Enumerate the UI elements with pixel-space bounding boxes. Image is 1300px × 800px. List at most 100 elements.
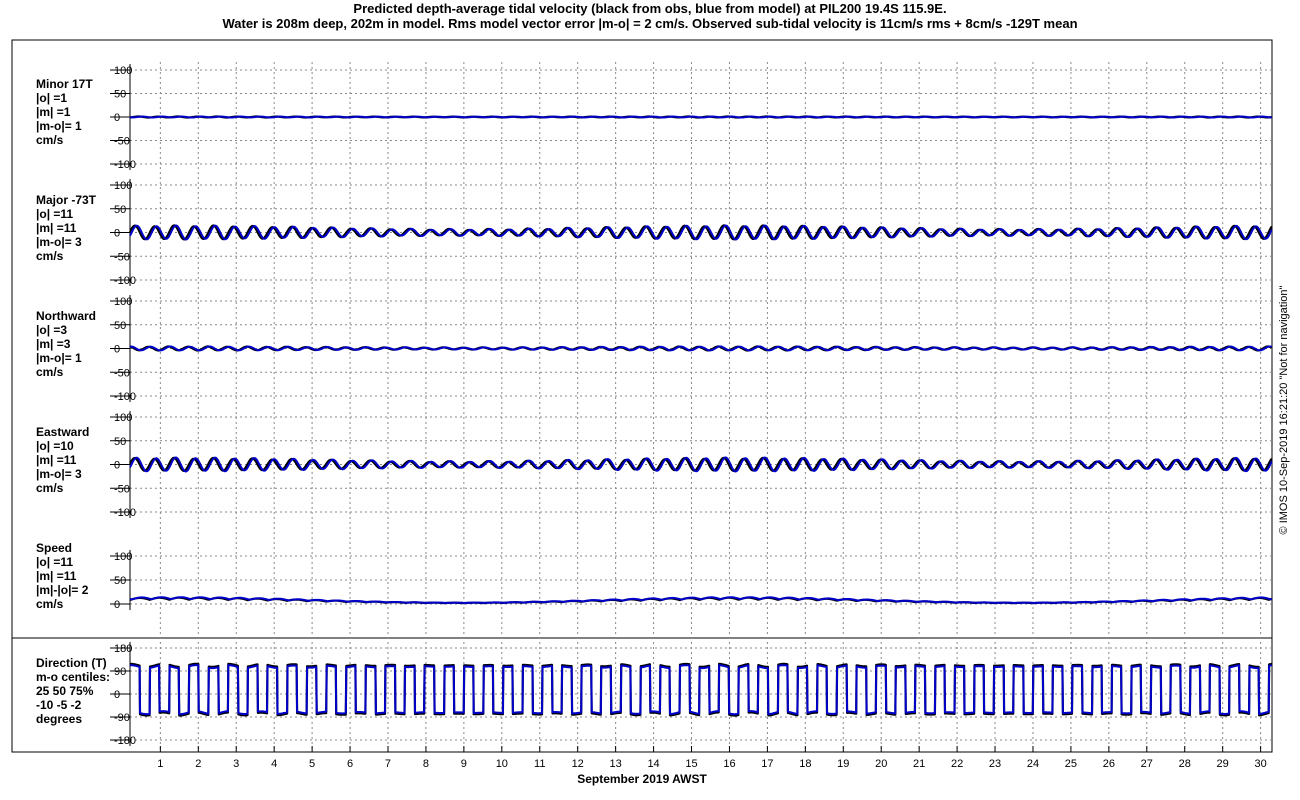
axes-layer: 100 50 0 -50 -100 100 50 0 -50 -100 100 50 0 -50 -100 1… [110, 64, 136, 747]
speed-label-line-1: Speed [36, 541, 72, 555]
east-y-tick-label-50: 50 [114, 436, 126, 448]
speed-label-line-5: cm/s [36, 597, 64, 611]
tidal-velocity-figure: 100500-50-100100500-50-100100500-50-1001… [11, 39, 1290, 786]
x-tick-label-day-12: 12 [572, 758, 584, 770]
major-label-line-4: |m-o|= 3 [36, 235, 82, 249]
minor-label-line-1: Minor 17T [36, 77, 93, 91]
grid-layer [130, 62, 1272, 752]
x-tick-label-day-13: 13 [610, 758, 622, 770]
speed-label-line-4: |m|-|o|= 2 [36, 583, 89, 597]
major-label-line-3: |m| =11 [36, 221, 77, 235]
minor-label-line-3: |m| =1 [36, 105, 71, 119]
x-tick-label-day-25: 25 [1065, 758, 1077, 770]
x-tick-label-day-19: 19 [837, 758, 849, 770]
direction-y-tick-label-0: 0 [114, 689, 120, 701]
north-y-tick-label--50: -50 [114, 367, 130, 379]
north-label-line-5: cm/s [36, 365, 64, 379]
x-tick-label-day-9: 9 [461, 758, 467, 770]
x-axis-label: September 2019 AWST [577, 772, 707, 786]
speed-y-tick-label-100: 100 [114, 551, 132, 563]
east-label-line-5: cm/s [36, 481, 64, 495]
x-tick-label-day-10: 10 [496, 758, 508, 770]
speed-model-series [129, 596, 1273, 604]
major-label-line-1: Major -73T [36, 193, 97, 207]
direction-y-tick-label-90: 90 [114, 666, 126, 678]
east-y-tick-label-0: 0 [114, 460, 120, 472]
major-y-tick-label-50: 50 [114, 204, 126, 216]
direction-label-line-1: Direction (T) [36, 656, 107, 670]
north-y-tick-label--100: -100 [114, 391, 136, 403]
major-y-tick-label--50: -50 [114, 251, 130, 263]
copyright-footer: © IMOS 10-Sep-2019 16:21:20 "Not for nav… [1278, 285, 1290, 534]
north-y-tick-label-50: 50 [114, 320, 126, 332]
north-label-line-3: |m| =3 [36, 337, 71, 351]
minor-label-line-5: cm/s [36, 133, 64, 147]
x-tick-label-day-4: 4 [271, 758, 277, 770]
direction-label-line-2: m-o centiles: [36, 670, 110, 684]
x-tick-label-day-17: 17 [761, 758, 773, 770]
direction-observed-series [129, 662, 1273, 717]
major-y-tick-label-100: 100 [114, 180, 132, 192]
panel-labels-layer: Minor 17T|o| =1|m| =1|m-o|= 1cm/sMajor -… [36, 77, 110, 726]
minor-label-line-4: |m-o|= 1 [36, 119, 82, 133]
x-tick-label-day-11: 11 [534, 758, 545, 770]
x-tick-label-day-5: 5 [309, 758, 315, 770]
x-tick-label-day-14: 14 [647, 758, 659, 770]
north-y-tick-label-100: 100 [114, 296, 132, 308]
speed-y-tick-label-50: 50 [114, 575, 126, 587]
x-tick-label-day-29: 29 [1217, 758, 1229, 770]
x-tick-label-day-23: 23 [989, 758, 1001, 770]
x-tick-label-day-7: 7 [385, 758, 391, 770]
x-tick-label-day-3: 3 [233, 758, 239, 770]
north-label-line-4: |m-o|= 1 [36, 351, 82, 365]
direction-y-tick-label--90: -90 [114, 712, 130, 724]
x-tick-label-day-27: 27 [1141, 758, 1153, 770]
direction-label-line-5: degrees [36, 712, 82, 726]
x-tick-label-day-2: 2 [195, 758, 201, 770]
east-y-tick-label--50: -50 [114, 483, 130, 495]
minor-y-tick-label-50: 50 [114, 89, 126, 101]
east-label-line-3: |m| =11 [36, 453, 77, 467]
x-tick-label-day-30: 30 [1254, 758, 1266, 770]
minor-y-tick-label--100: -100 [114, 159, 136, 171]
x-tick-label-day-6: 6 [347, 758, 353, 770]
east-y-tick-label--100: -100 [114, 507, 136, 519]
minor-label-line-2: |o| =1 [36, 91, 67, 105]
direction-model-series [129, 664, 1273, 716]
x-tick-label-day-16: 16 [723, 758, 735, 770]
minor-y-tick-label-0: 0 [114, 112, 120, 124]
major-label-line-5: cm/s [36, 249, 64, 263]
x-tick-label-day-8: 8 [423, 758, 429, 770]
x-tick-label-day-28: 28 [1179, 758, 1191, 770]
major-label-line-2: |o| =11 [36, 207, 73, 221]
minor-model-series [129, 115, 1273, 119]
direction-y-tick-label--180: -180 [114, 735, 136, 747]
x-tick-label-day-21: 21 [913, 758, 925, 770]
x-tick-label-day-18: 18 [799, 758, 811, 770]
speed-label-line-2: |o| =11 [36, 555, 73, 569]
x-tick-label-day-22: 22 [951, 758, 963, 770]
east-label-line-1: Eastward [36, 425, 89, 439]
x-axis-layer: 1 2 3 4 5 6 7 8 9 10 11 12 13 14 15 16 17 18 19 20 21 22 23 24 2… [157, 746, 1267, 770]
east-y-tick-label-100: 100 [114, 412, 132, 424]
direction-label-line-4: -10 -5 -2 [36, 698, 82, 712]
speed-label-line-3: |m| =11 [36, 569, 77, 583]
minor-y-tick-label--50: -50 [114, 136, 130, 148]
direction-label-line-3: 25 50 75% [36, 684, 94, 698]
major-y-tick-label--100: -100 [114, 275, 136, 287]
major-y-tick-label-0: 0 [114, 228, 120, 240]
direction-y-tick-label-180: 180 [114, 643, 132, 655]
north-label-line-1: Northward [36, 309, 96, 323]
north-y-tick-label-0: 0 [114, 344, 120, 356]
speed-y-tick-label-0: 0 [114, 599, 120, 611]
x-tick-label-day-24: 24 [1027, 758, 1039, 770]
east-label-line-2: |o| =10 [36, 439, 74, 453]
x-tick-label-day-26: 26 [1103, 758, 1115, 770]
x-tick-label-day-20: 20 [875, 758, 887, 770]
x-tick-label-day-15: 15 [685, 758, 697, 770]
north-label-line-2: |o| =3 [36, 323, 67, 337]
minor-y-tick-label-100: 100 [114, 65, 132, 77]
x-tick-label-day-1: 1 [157, 758, 163, 770]
east-label-line-4: |m-o|= 3 [36, 467, 82, 481]
series-layer [129, 115, 1273, 717]
